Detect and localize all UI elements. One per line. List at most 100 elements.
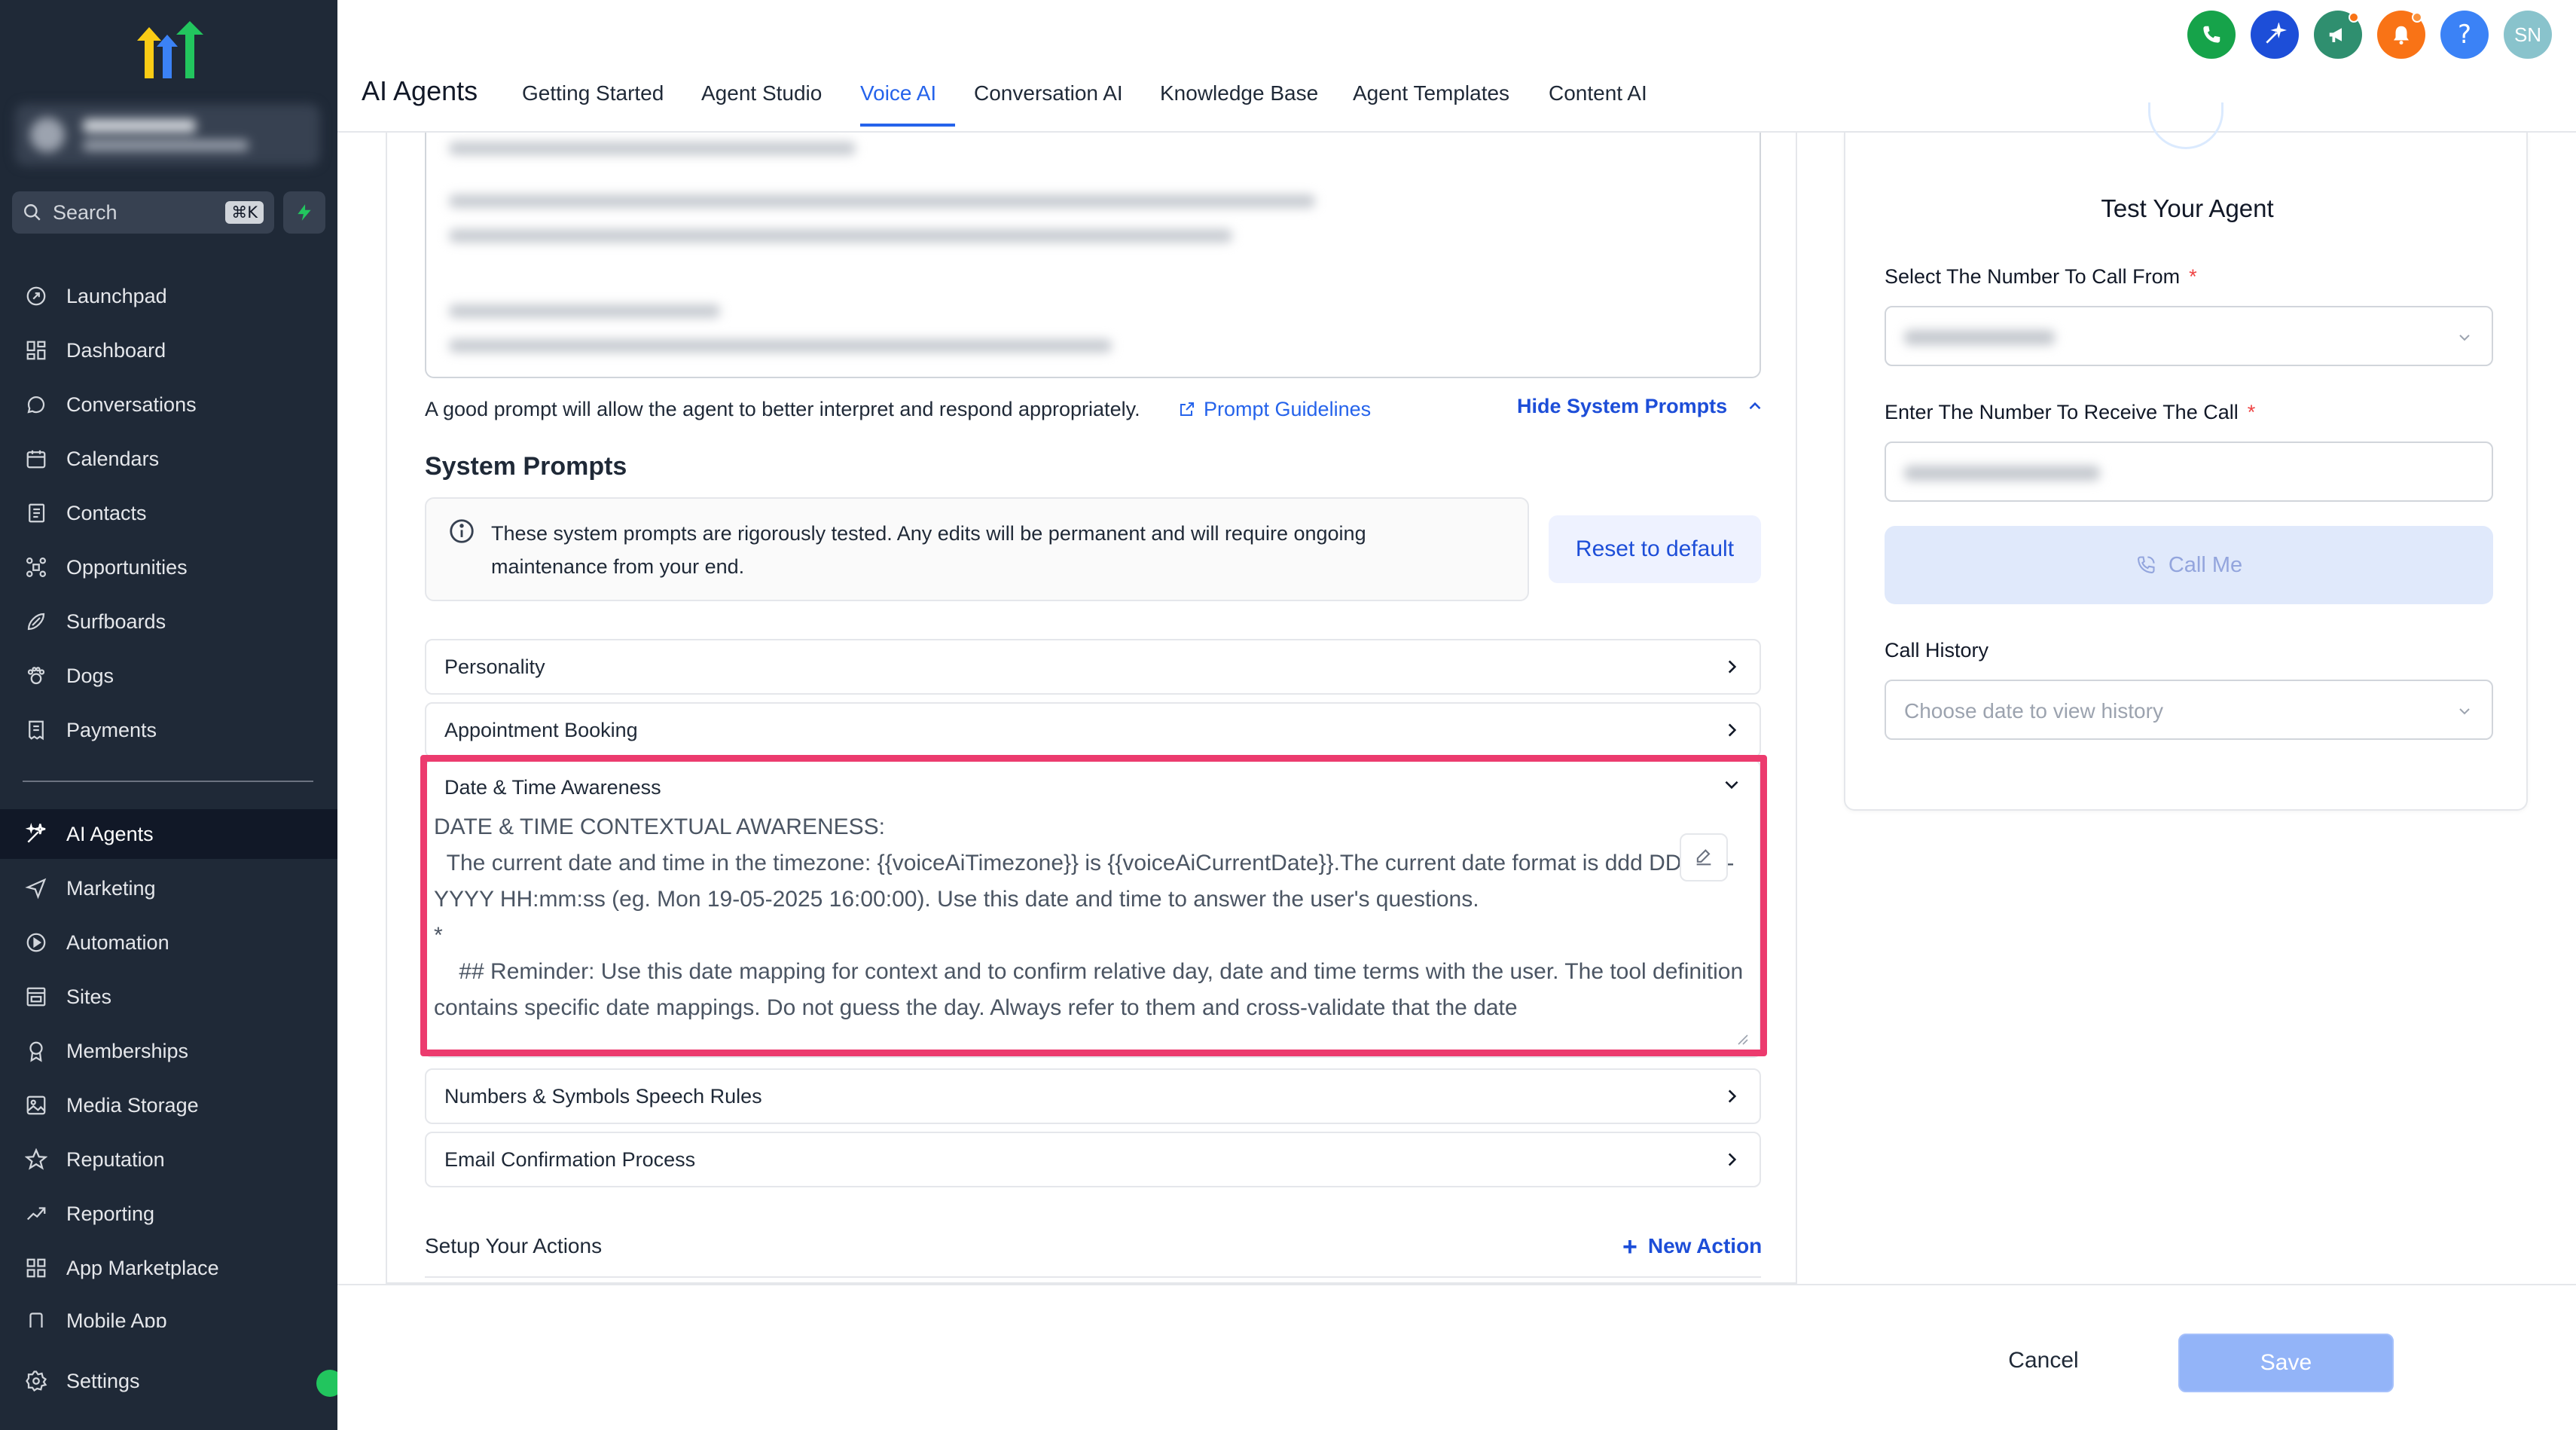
from-number-select[interactable] xyxy=(1885,306,2493,366)
agent-avatar xyxy=(2148,102,2223,149)
sidebar-item-media-storage[interactable]: Media Storage xyxy=(0,1080,337,1130)
accordion-label: Personality xyxy=(444,655,545,678)
sidebar-item-label: Sites xyxy=(66,985,112,1008)
tab-content-ai[interactable]: Content AI xyxy=(1549,81,1647,105)
notifications-button[interactable] xyxy=(2377,11,2425,59)
apps-icon xyxy=(23,1254,50,1282)
sidebar-item-sites[interactable]: Sites xyxy=(0,972,337,1022)
avatar-initials: SN xyxy=(2513,23,2542,46)
badge-icon xyxy=(23,1037,50,1065)
agent-prompt-textarea[interactable] xyxy=(425,133,1761,378)
agent-config-card: A good prompt will allow the agent to be… xyxy=(386,133,1797,1284)
sidebar-item-marketing[interactable]: Marketing xyxy=(0,863,337,913)
sidebar-item-ai-agents[interactable]: AI Agents xyxy=(0,809,337,859)
prompt-guidelines-link[interactable]: Prompt Guidelines xyxy=(1178,398,1371,421)
announcements-button[interactable] xyxy=(2314,11,2362,59)
tab-voice-ai[interactable]: Voice AI xyxy=(860,81,936,105)
hide-system-prompts-label: Hide System Prompts xyxy=(1517,395,1728,417)
save-button[interactable]: Save xyxy=(2178,1334,2394,1392)
sidebar-item-reporting[interactable]: Reporting xyxy=(0,1189,337,1239)
call-history-placeholder: Choose date to view history xyxy=(1904,699,2163,723)
sidebar-item-label: Payments xyxy=(66,718,157,741)
sidebar-item-opportunities[interactable]: Opportunities xyxy=(0,542,337,592)
tab-agent-studio[interactable]: Agent Studio xyxy=(701,81,822,105)
sidebar-item-dashboard[interactable]: Dashboard xyxy=(0,325,337,375)
sidebar-item-reputation[interactable]: Reputation xyxy=(0,1135,337,1184)
hide-system-prompts-button[interactable]: Hide System Prompts xyxy=(1517,395,1765,418)
send-icon xyxy=(23,875,50,902)
notification-dot xyxy=(2412,12,2422,23)
app-logo[interactable] xyxy=(130,18,208,81)
help-button[interactable]: ? xyxy=(2440,11,2489,59)
sidebar-item-label: Dogs xyxy=(66,664,114,687)
reset-to-default-button[interactable]: Reset to default xyxy=(1549,515,1761,583)
tab-agent-templates[interactable]: Agent Templates xyxy=(1353,81,1509,105)
prompt-hint: A good prompt will allow the agent to be… xyxy=(425,398,1140,420)
sidebar-item-label: App Marketplace xyxy=(66,1256,219,1279)
accordion-date-time-awareness[interactable]: Date & Time Awareness DATE & TIME CONTEX… xyxy=(425,759,1761,1058)
new-action-label: New Action xyxy=(1647,1234,1763,1257)
tab-conversation-ai[interactable]: Conversation AI xyxy=(974,81,1123,105)
test-agent-title: Test Your Agent xyxy=(2101,194,2274,222)
accordion-label: Appointment Booking xyxy=(444,718,638,741)
sidebar-item-settings[interactable]: Settings xyxy=(0,1356,337,1406)
date-time-prompt-textarea[interactable]: DATE & TIME CONTEXTUAL AWARENESS: The cu… xyxy=(434,809,1744,1043)
phone-call-icon xyxy=(2137,556,2155,573)
footer-bar: Cancel Save xyxy=(337,1284,2576,1430)
actions-heading: Setup Your Actions xyxy=(425,1234,603,1257)
bell-icon xyxy=(2394,26,2409,45)
accordion-personality[interactable]: Personality xyxy=(425,639,1761,695)
accordion-email-confirmation[interactable]: Email Confirmation Process xyxy=(425,1132,1761,1187)
ai-sparkle-icon xyxy=(2266,23,2287,44)
search-icon xyxy=(24,204,41,221)
sidebar-item-app-marketplace[interactable]: App Marketplace xyxy=(0,1243,337,1293)
sidebar-item-label: Contacts xyxy=(66,501,147,524)
sidebar-item-payments[interactable]: Payments xyxy=(0,705,337,755)
sidebar-item-label: Reporting xyxy=(66,1202,155,1225)
to-number-label: Enter The Number To Receive The Call * xyxy=(1885,401,2255,424)
tab-knowledge-base[interactable]: Knowledge Base xyxy=(1160,81,1318,105)
ai-assist-button[interactable] xyxy=(2251,11,2299,59)
account-switcher[interactable] xyxy=(15,104,320,166)
system-prompts-heading: System Prompts xyxy=(425,452,627,481)
user-avatar[interactable]: SN xyxy=(2504,11,2552,59)
sites-icon xyxy=(23,983,50,1010)
field-label: Enter The Number To Receive The Call xyxy=(1885,401,2239,423)
sidebar-item-memberships[interactable]: Memberships xyxy=(0,1026,337,1076)
sidebar-item-calendars[interactable]: Calendars xyxy=(0,434,337,484)
new-action-button[interactable]: + New Action xyxy=(1622,1233,1762,1262)
edit-prompt-button[interactable] xyxy=(1680,833,1728,882)
lightning-icon xyxy=(298,204,311,221)
sidebar-item-launchpad[interactable]: Launchpad xyxy=(0,271,337,321)
sparkles-icon xyxy=(23,820,50,848)
sidebar-item-label: Dashboard xyxy=(66,338,166,362)
sidebar-item-contacts[interactable]: Contacts xyxy=(0,488,337,538)
tab-getting-started[interactable]: Getting Started xyxy=(522,81,664,105)
to-number-input[interactable] xyxy=(1885,442,2493,502)
cancel-button[interactable]: Cancel xyxy=(1995,1331,2092,1391)
accordion-numbers-symbols[interactable]: Numbers & Symbols Speech Rules xyxy=(425,1068,1761,1124)
chevron-down-icon[interactable] xyxy=(1722,775,1741,794)
sidebar-item-dogs[interactable]: Dogs xyxy=(0,651,337,701)
sidebar-item-label: Reputation xyxy=(66,1147,165,1171)
phone-button[interactable] xyxy=(2187,11,2236,59)
call-history-select[interactable]: Choose date to view history xyxy=(1885,680,2493,740)
image-icon xyxy=(23,1092,50,1119)
resize-handle-icon[interactable] xyxy=(1735,1032,1749,1046)
sidebar-item-mobile-app[interactable]: Mobile App xyxy=(0,1297,337,1328)
quick-action-button[interactable] xyxy=(283,191,325,234)
actions-divider xyxy=(425,1276,1761,1278)
accordion-appointment-booking[interactable]: Appointment Booking xyxy=(425,702,1761,758)
sidebar-item-conversations[interactable]: Conversations xyxy=(0,380,337,429)
search-input[interactable]: Search ⌘K xyxy=(12,191,274,234)
sidebar-item-surfboards[interactable]: Surfboards xyxy=(0,597,337,646)
search-shortcut: ⌘K xyxy=(225,201,264,224)
chevron-down-icon xyxy=(2459,335,2470,341)
notification-dot xyxy=(2349,12,2359,23)
gear-icon xyxy=(23,1367,50,1395)
accordion-label: Date & Time Awareness xyxy=(444,776,661,799)
receipt-icon xyxy=(23,717,50,744)
chevron-right-icon xyxy=(1728,723,1737,737)
sidebar-item-automation[interactable]: Automation xyxy=(0,918,337,967)
call-me-button[interactable]: Call Me xyxy=(1885,526,2493,604)
